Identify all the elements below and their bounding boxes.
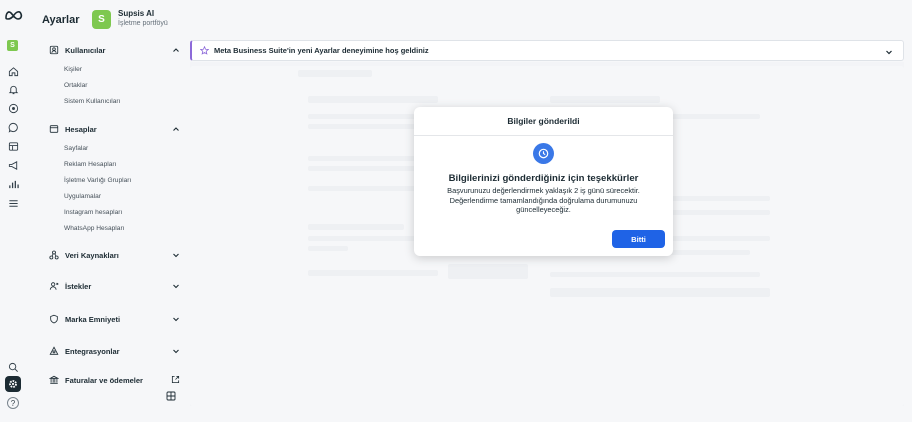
menu-section-integrations[interactable]: Entegrasyonlar (48, 344, 180, 358)
done-button[interactable]: Bitti (612, 230, 665, 248)
chevron-down-icon (173, 253, 179, 258)
menu-item-instagram-accounts[interactable]: Instagram hesapları (64, 209, 122, 216)
dialog-message: Başvurunuzu değerlendirmek yaklaşık 2 iş… (447, 186, 640, 214)
menu-section-brand-safety[interactable]: Marka Emniyeti (48, 312, 180, 326)
menu-section-label: Faturalar ve ödemeler (65, 375, 143, 385)
business-name[interactable]: Supsis AI (118, 9, 154, 18)
business-avatar-icon[interactable]: S (7, 40, 18, 51)
menu-section-billing[interactable]: Faturalar ve ödemeler (48, 373, 180, 387)
menu-icon[interactable] (6, 196, 20, 210)
chevron-down-icon (173, 284, 179, 289)
menu-section-label: İstekler (65, 281, 92, 291)
settings-menu: Kullanıcılar Kişiler Ortaklar Sistem Kul… (36, 38, 186, 422)
bell-icon[interactable] (6, 82, 20, 96)
menu-section-data-sources[interactable]: Veri Kaynakları (48, 248, 180, 262)
menu-section-label: Entegrasyonlar (65, 346, 120, 356)
chevron-down-icon (173, 317, 179, 322)
chat-icon[interactable] (6, 120, 20, 134)
gear-icon[interactable] (5, 376, 21, 392)
dialog-title: Bilgilerinizi gönderdiğiniz için teşekkü… (448, 173, 639, 184)
menu-item-partners[interactable]: Ortaklar (64, 82, 87, 89)
menu-item-system-users[interactable]: Sistem Kullanıcıları (64, 98, 120, 105)
menu-section-label: Marka Emniyeti (65, 314, 121, 324)
welcome-banner[interactable]: Meta Business Suite'in yeni Ayarlar dene… (190, 40, 904, 61)
shield-icon (48, 313, 60, 325)
menu-section-label: Kullanıcılar (65, 45, 106, 55)
dialog-header: Bilgiler gönderildi (414, 107, 673, 136)
menu-section-label: Veri Kaynakları (65, 250, 119, 260)
chevron-down-icon (173, 349, 179, 354)
business-portfolio-label: İşletme portföyü (118, 20, 168, 27)
menu-section-label: Hesaplar (65, 124, 97, 134)
insights-icon[interactable] (6, 177, 20, 191)
users-icon (48, 44, 60, 56)
external-link-icon[interactable] (171, 375, 180, 384)
megaphone-icon[interactable] (6, 158, 20, 172)
chevron-up-icon (173, 127, 179, 131)
menu-item-people[interactable]: Kişiler (64, 66, 82, 73)
chevron-up-icon (173, 48, 179, 52)
menu-section-users[interactable]: Kullanıcılar (48, 43, 180, 57)
menu-section-requests[interactable]: İstekler (48, 279, 180, 293)
menu-section-accounts[interactable]: Hesaplar (48, 122, 180, 136)
menu-item-business-asset-groups[interactable]: İşletme Varlığı Grupları (64, 177, 131, 184)
icon-rail: S ? (0, 0, 30, 422)
integrations-icon (48, 345, 60, 357)
page-title: Ayarlar (42, 14, 80, 26)
requests-icon (48, 280, 60, 292)
menu-item-apps[interactable]: Uygulamalar (64, 193, 101, 200)
meta-logo[interactable] (4, 8, 24, 22)
menu-item-pages[interactable]: Sayfalar (64, 145, 88, 152)
home-icon[interactable] (6, 64, 20, 78)
collapse-panel-icon[interactable] (166, 391, 176, 401)
star-icon (200, 46, 209, 55)
help-icon[interactable]: ? (7, 397, 19, 409)
content-icon[interactable] (6, 139, 20, 153)
business-avatar[interactable]: S (92, 10, 111, 29)
bank-icon (48, 374, 60, 386)
top-bar: Ayarlar S Supsis AI İşletme portföyü (30, 0, 912, 40)
accounts-icon (48, 123, 60, 135)
banner-text: Meta Business Suite'in yeni Ayarlar dene… (214, 46, 429, 55)
menu-item-whatsapp-accounts[interactable]: WhatsApp Hesapları (64, 225, 124, 232)
submission-dialog: Bilgiler gönderildi Bilgilerinizi gönder… (414, 107, 673, 256)
data-sources-icon (48, 249, 60, 261)
menu-item-ad-accounts[interactable]: Reklam Hesapları (64, 161, 116, 168)
search-icon[interactable] (6, 360, 20, 374)
chevron-down-icon[interactable] (885, 48, 893, 56)
target-icon[interactable] (6, 101, 20, 115)
clock-icon (533, 143, 554, 164)
